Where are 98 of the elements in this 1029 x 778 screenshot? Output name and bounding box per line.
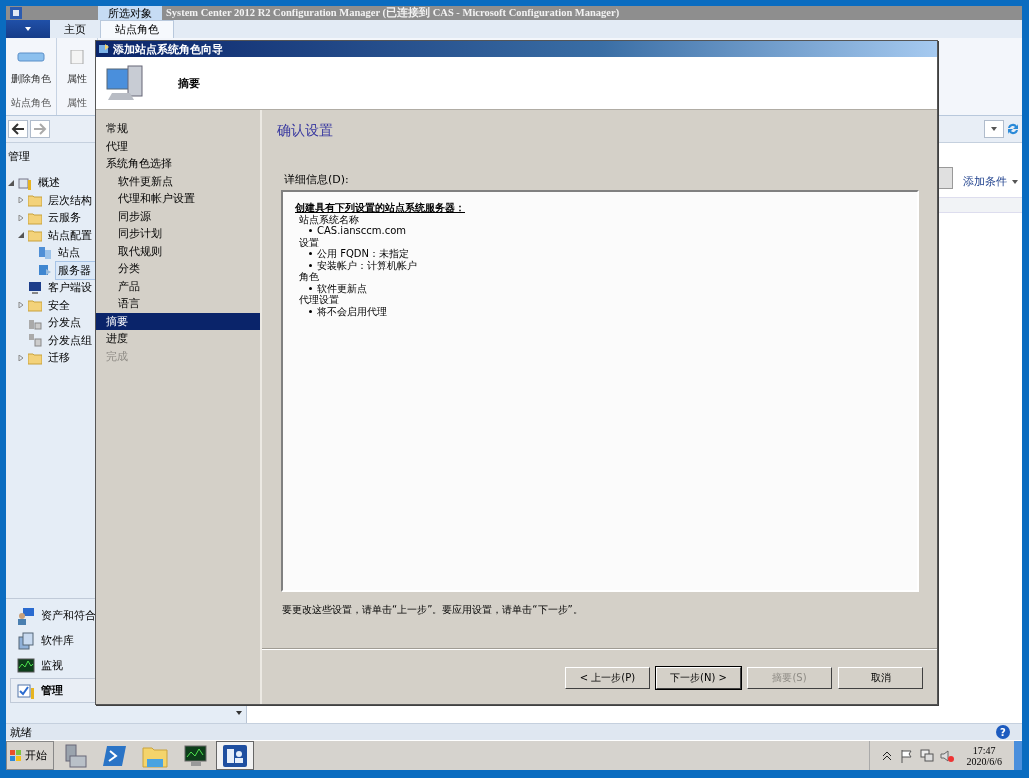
- folder-icon: [28, 298, 42, 313]
- wizard-step[interactable]: 系统角色选择: [96, 155, 260, 173]
- workspace-item[interactable]: 资产和符合: [10, 603, 242, 628]
- windows-logo-icon: [9, 748, 23, 763]
- wizard-step[interactable]: 代理和帐户设置: [96, 190, 260, 208]
- ribbon-button[interactable]: 属性: [60, 38, 94, 96]
- wizard-step[interactable]: 同步计划: [96, 225, 260, 243]
- ribbon-tab[interactable]: 主页: [50, 20, 100, 38]
- group-label: 属性: [67, 96, 87, 110]
- documents-icon: [17, 631, 35, 650]
- wizard-step[interactable]: 代理: [96, 137, 260, 155]
- detail-item: CAS.iansccm.com: [317, 225, 407, 237]
- folder-icon: [28, 350, 42, 365]
- bullet-icon: [309, 263, 312, 267]
- field-label: 详细信息(D):: [283, 172, 350, 188]
- remove-icon: [16, 50, 46, 64]
- workspace-item[interactable]: 监视: [10, 653, 242, 678]
- folder-icon: [28, 210, 42, 225]
- detail-item: 公用 FQDN：未指定: [317, 248, 409, 260]
- refresh-icon[interactable]: [1006, 122, 1020, 136]
- collapse-arrow-icon[interactable]: [16, 230, 26, 241]
- section-title: 代理设置: [299, 294, 339, 306]
- expand-arrow-icon[interactable]: [16, 195, 26, 206]
- flag-icon[interactable]: [900, 748, 915, 763]
- computer-user-icon: [17, 606, 35, 625]
- folder-icon: [28, 193, 42, 208]
- back-button[interactable]: [8, 120, 28, 138]
- app-icon: [10, 7, 22, 19]
- help-icon[interactable]: ?: [996, 725, 1010, 739]
- detail-item: 软件更新点: [317, 282, 367, 294]
- network-icon[interactable]: [920, 748, 935, 763]
- start-button[interactable]: 开始: [6, 741, 54, 770]
- workspace-item[interactable]: 软件库: [10, 628, 242, 653]
- bullet-icon: [309, 309, 312, 313]
- tree-item[interactable]: 安全: [45, 295, 73, 315]
- wizard-step[interactable]: 软件更新点: [96, 172, 260, 190]
- wizard-step[interactable]: 同步源: [96, 207, 260, 225]
- tree-item[interactable]: 客户端设: [45, 278, 95, 298]
- console-icon: [222, 743, 248, 768]
- tools-icon: [18, 175, 32, 190]
- tree-item[interactable]: 概述: [35, 173, 63, 193]
- tree-item[interactable]: 站点: [55, 243, 83, 263]
- server-toolbox-icon: [62, 743, 88, 768]
- details-heading: 创建具有下列设置的站点系统服务器：: [295, 202, 466, 214]
- section-title: 站点系统名称: [299, 213, 360, 225]
- ribbon-button[interactable]: 删除角色: [9, 38, 53, 96]
- tree-item[interactable]: 云服务: [45, 208, 84, 228]
- expand-arrow-icon[interactable]: [16, 352, 26, 363]
- folder-icon: [28, 228, 42, 243]
- dropdown-button[interactable]: [984, 120, 1004, 138]
- checklist-icon: [17, 681, 35, 700]
- wizard-step[interactable]: 产品: [96, 277, 260, 295]
- tree-item[interactable]: 分发点组: [45, 330, 95, 350]
- taskbar-button[interactable]: [216, 741, 254, 770]
- group-label: 站点角色: [11, 96, 51, 110]
- bullet-icon: [309, 286, 312, 290]
- server-icon: [38, 245, 52, 260]
- server-icon: [38, 263, 52, 278]
- wizard-step[interactable]: 取代规则: [96, 242, 260, 260]
- instruction-text: 要更改这些设置，请单击“上一步”。要应用设置，请单击“下一步”。: [281, 603, 584, 617]
- detail-item: 安装帐户：计算机帐户: [317, 259, 417, 271]
- speaker-muted-icon[interactable]: [940, 748, 955, 763]
- dialog-title: 添加站点系统角色向导: [113, 41, 223, 57]
- tree-item[interactable]: 迁移: [45, 348, 73, 368]
- dialog-button[interactable]: < 上一步(P): [565, 667, 650, 689]
- clock-date: 2020/6/6: [966, 755, 1002, 767]
- wizard-step[interactable]: 摘要: [96, 312, 260, 330]
- caret-icon[interactable]: [236, 711, 242, 715]
- section-title: 角色: [299, 271, 320, 283]
- pane-title: 管理: [8, 150, 30, 163]
- wizard-step[interactable]: 语言: [96, 295, 260, 313]
- expand-arrow-icon[interactable]: [16, 300, 26, 311]
- bullet-icon: [309, 252, 312, 256]
- detail-item: 将不会启用代理: [317, 305, 387, 317]
- ribbon-tab[interactable]: 站点角色: [100, 20, 174, 38]
- context-tab-label: 所选对象: [98, 6, 162, 20]
- monitor-icon: [28, 280, 42, 295]
- section-title: 设置: [299, 236, 320, 248]
- tree-item[interactable]: 层次结构: [45, 190, 95, 210]
- clock-time: 17:47: [972, 744, 996, 756]
- tree-item[interactable]: 站点配置: [45, 225, 95, 245]
- window-title: System Center 2012 R2 Configuration Manager (已连接到 CAS - Microsoft Configuration Manager): [166, 6, 620, 20]
- dialog-button[interactable]: 下一步(N) >: [656, 667, 741, 689]
- bullet-icon: [309, 229, 312, 233]
- page-title: 确认设置: [276, 121, 334, 140]
- wizard-icon: [98, 43, 110, 55]
- expand-arrow-icon[interactable]: [16, 212, 26, 223]
- tree-item[interactable]: 分发点: [45, 313, 84, 333]
- page-header: 摘要: [178, 75, 200, 91]
- computer-icon: [106, 63, 144, 103]
- server-icon: [28, 333, 42, 348]
- add-criteria-button[interactable]: 添加条件: [963, 174, 1018, 189]
- status-text: 就绪: [10, 724, 32, 740]
- monitor-icon: [182, 743, 208, 768]
- dialog-button[interactable]: 取消: [838, 667, 923, 689]
- monitor-icon: [17, 656, 35, 675]
- wizard-step[interactable]: 进度: [96, 330, 260, 348]
- wizard-step[interactable]: 常规: [96, 120, 260, 138]
